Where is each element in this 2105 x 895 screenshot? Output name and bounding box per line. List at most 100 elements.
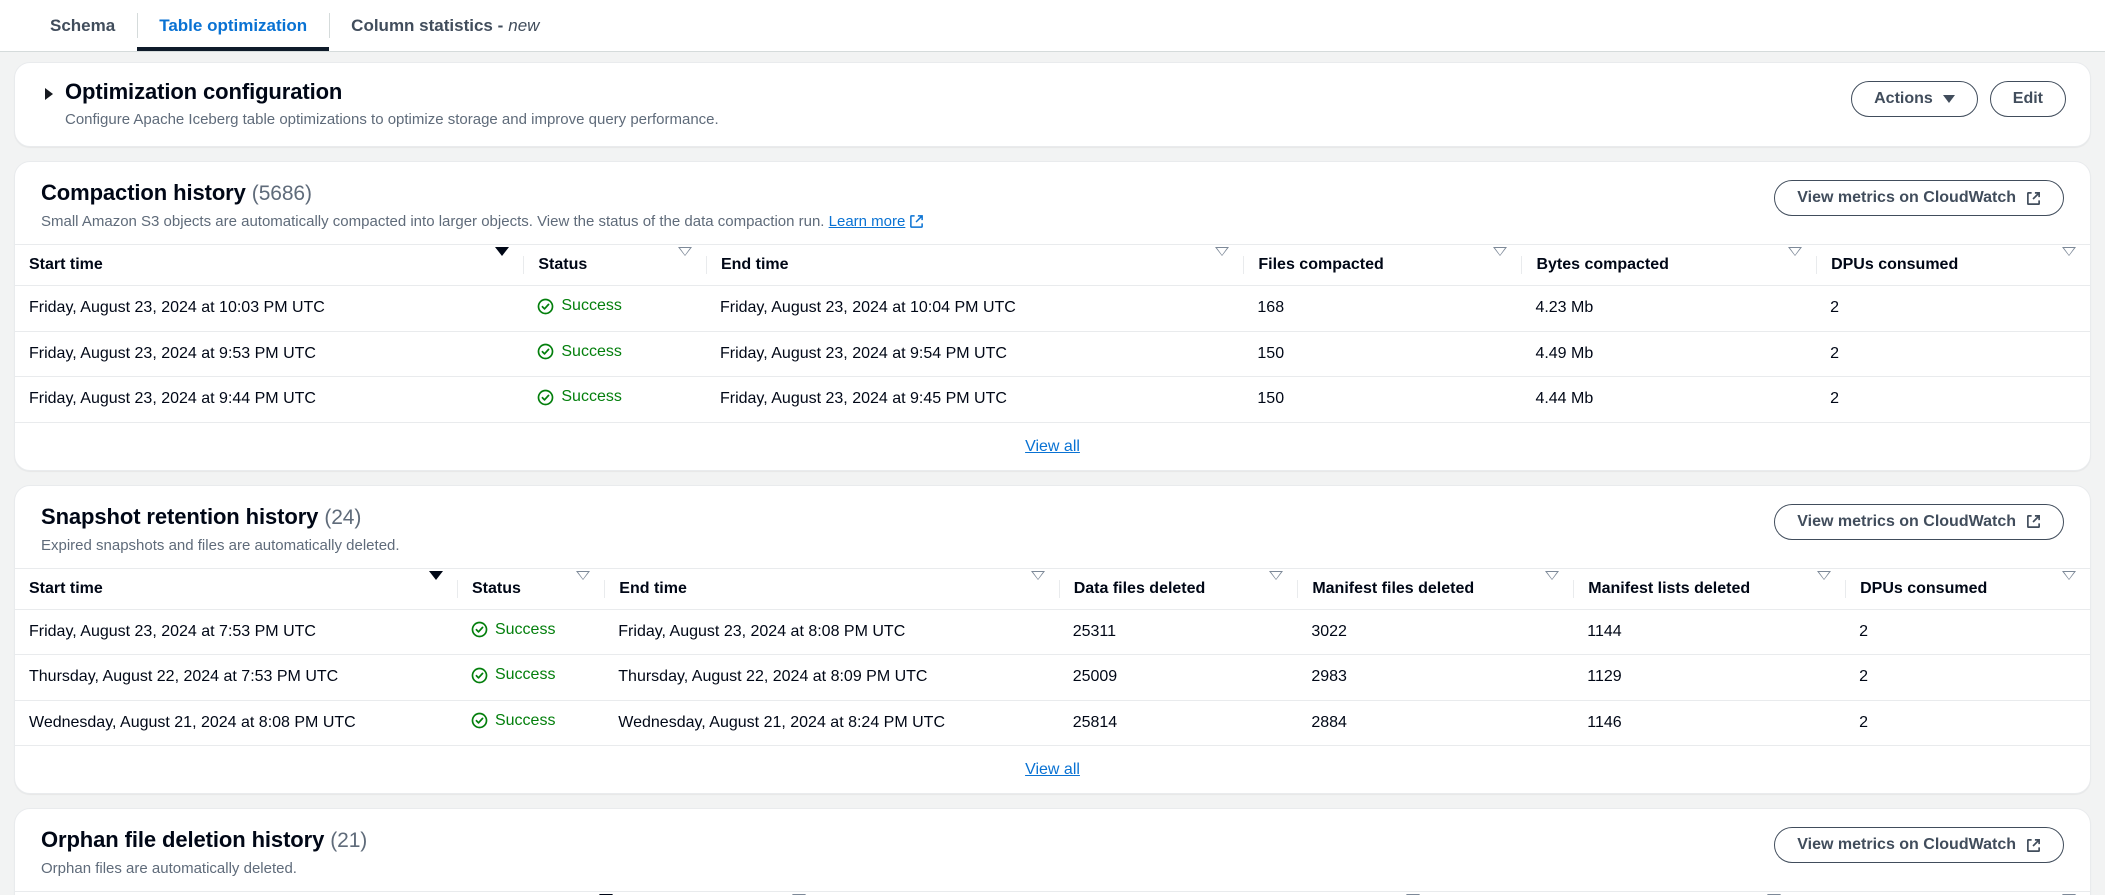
snapshot-view-all-link[interactable]: View all [1025, 761, 1080, 778]
column-header-status[interactable]: Status [523, 245, 706, 286]
sort-icon[interactable] [1817, 571, 1831, 597]
column-header-label: DPUs consumed [1860, 580, 1987, 598]
optimization-configuration-description: Configure Apache Iceberg table optimizat… [65, 111, 719, 128]
snapshot-retention-history-title-text: Snapshot retention history [41, 504, 318, 529]
column-header-status[interactable]: Status [627, 892, 820, 895]
snapshot-retention-history-count: (24) [324, 506, 361, 529]
table-header-row: Start timeStatusEnd time Files compacted B… [15, 245, 2090, 286]
sort-control[interactable] [495, 256, 513, 274]
column-header-label: DPUs consumed [1831, 256, 1958, 274]
sort-control[interactable] [678, 256, 696, 274]
sort-control[interactable] [1788, 256, 1806, 274]
sort-control[interactable] [2062, 580, 2080, 598]
sort-icon[interactable] [1031, 571, 1045, 597]
sort-icon[interactable] [1493, 247, 1507, 273]
sort-control[interactable] [1269, 580, 1287, 598]
optimization-configuration-card: Optimization configuration Configure Apa… [14, 62, 2091, 147]
sort-control[interactable] [1545, 580, 1563, 598]
sort-control[interactable] [576, 580, 594, 598]
sort-descending-icon[interactable] [429, 571, 443, 597]
sort-icon[interactable] [2062, 571, 2076, 597]
table-cell: Friday, August 23, 2024 at 10:03 PM UTC [15, 286, 523, 332]
column-header-manifest-lists-deleted[interactable]: Manifest lists deleted [1573, 568, 1845, 609]
compaction-history-table-body: Friday, August 23, 2024 at 10:03 PM UTCS… [15, 286, 2090, 423]
table-cell: Friday, August 23, 2024 at 9:44 PM UTC [15, 377, 523, 423]
compaction-history-table: Start timeStatusEnd time Files compacted B… [15, 244, 2090, 423]
table-cell: 2 [1845, 655, 2090, 701]
column-header-dpus-consumed[interactable]: DPUs consumed [1845, 568, 2090, 609]
column-header-start-time[interactable]: Start time [15, 892, 627, 895]
column-header-start-time[interactable]: Start time [15, 568, 457, 609]
table-cell: 150 [1243, 377, 1521, 423]
sort-control[interactable] [429, 580, 447, 598]
sort-control[interactable] [2062, 256, 2080, 274]
column-header-start-time[interactable]: Start time [15, 245, 523, 286]
compaction-view-all-link[interactable]: View all [1025, 438, 1080, 455]
tab-table-optimization[interactable]: Table optimization [137, 0, 329, 51]
snapshot-retention-history-table: Start time Status End timeData files delet… [15, 568, 2090, 747]
column-header-end-time[interactable]: End time [604, 568, 1058, 609]
sort-control[interactable] [1031, 580, 1049, 598]
orphan-file-deletion-history-title-text: Orphan file deletion history [41, 827, 324, 852]
column-header-end-time[interactable]: End time [820, 892, 1434, 895]
snapshot-view-all-row: View all [15, 746, 2090, 793]
sort-icon[interactable] [576, 571, 590, 597]
table-cell: 2 [1816, 286, 2090, 332]
column-header-bytes-compacted[interactable]: Bytes compacted [1521, 245, 1816, 286]
actions-button-label: Actions [1874, 90, 1933, 108]
external-link-icon [2026, 838, 2041, 853]
learn-more-link[interactable]: Learn more [829, 213, 925, 230]
sort-control[interactable] [1817, 580, 1835, 598]
sort-icon[interactable] [1545, 571, 1559, 597]
table-row: Friday, August 23, 2024 at 7:53 PM UTCSu… [15, 609, 2090, 655]
table-row: Thursday, August 22, 2024 at 7:53 PM UTC… [15, 655, 2090, 701]
sort-control[interactable] [1215, 256, 1233, 274]
table-cell: 2 [1845, 700, 2090, 746]
column-header-manifest-files-deleted[interactable]: Manifest files deleted [1297, 568, 1573, 609]
sort-icon[interactable] [1269, 571, 1283, 597]
column-header-dpus-consumed[interactable]: DPUs consumed [1816, 245, 2090, 286]
table-cell: 2 [1816, 377, 2090, 423]
column-header-status[interactable]: Status [457, 568, 604, 609]
sort-descending-icon[interactable] [495, 247, 509, 273]
column-header-label: Files compacted [1258, 256, 1383, 274]
chevron-right-icon[interactable] [45, 88, 53, 100]
orphan-file-deletion-history-table-head: Start timeStatusEnd timeOrphan files del… [15, 892, 2090, 895]
actions-button[interactable]: Actions [1851, 81, 1978, 117]
orphan-view-metrics-button[interactable]: View metrics on CloudWatch [1774, 827, 2064, 863]
table-cell: Wednesday, August 21, 2024 at 8:24 PM UT… [604, 700, 1058, 746]
sort-icon[interactable] [2062, 247, 2076, 273]
status-badge: Success [523, 331, 706, 377]
table-row: Friday, August 23, 2024 at 9:53 PM UTCSu… [15, 331, 2090, 377]
sort-icon[interactable] [1215, 247, 1229, 273]
success-check-icon [471, 667, 488, 684]
status-badge: Success [523, 286, 706, 332]
tab-column-statistics[interactable]: Column statistics - new [329, 0, 561, 51]
column-header-orphan-files-deleted[interactable]: Orphan files deleted [1434, 892, 1795, 895]
column-header-data-files-deleted[interactable]: Data files deleted [1059, 568, 1298, 609]
success-check-icon [471, 712, 488, 729]
snapshot-retention-history-title: Snapshot retention history (24) [41, 504, 400, 530]
sort-icon[interactable] [678, 247, 692, 273]
compaction-history-count: (5686) [252, 182, 312, 205]
table-cell: 4.23 Mb [1521, 286, 1816, 332]
compaction-view-metrics-button[interactable]: View metrics on CloudWatch [1774, 180, 2064, 216]
tab-schema[interactable]: Schema [28, 0, 137, 51]
table-cell: 2 [1845, 609, 2090, 655]
column-header-label: Status [472, 580, 521, 598]
table-cell: Friday, August 23, 2024 at 9:53 PM UTC [15, 331, 523, 377]
table-cell: Friday, August 23, 2024 at 9:45 PM UTC [706, 377, 1243, 423]
sort-control[interactable] [1493, 256, 1511, 274]
edit-button[interactable]: Edit [1990, 81, 2066, 117]
column-header-dpus-consumed[interactable]: DPUs consumed [1795, 892, 2090, 895]
sort-icon[interactable] [1788, 247, 1802, 273]
column-header-end-time[interactable]: End time [706, 245, 1243, 286]
snapshot-view-metrics-button[interactable]: View metrics on CloudWatch [1774, 504, 2064, 540]
tab-schema-label: Schema [50, 16, 115, 36]
success-check-icon [537, 343, 554, 360]
chevron-down-icon [1943, 95, 1955, 103]
column-header-files-compacted[interactable]: Files compacted [1243, 245, 1521, 286]
orphan-file-deletion-history-table: Start timeStatusEnd timeOrphan files del… [15, 891, 2090, 895]
table-cell: 4.44 Mb [1521, 377, 1816, 423]
status-label: Success [495, 666, 555, 684]
